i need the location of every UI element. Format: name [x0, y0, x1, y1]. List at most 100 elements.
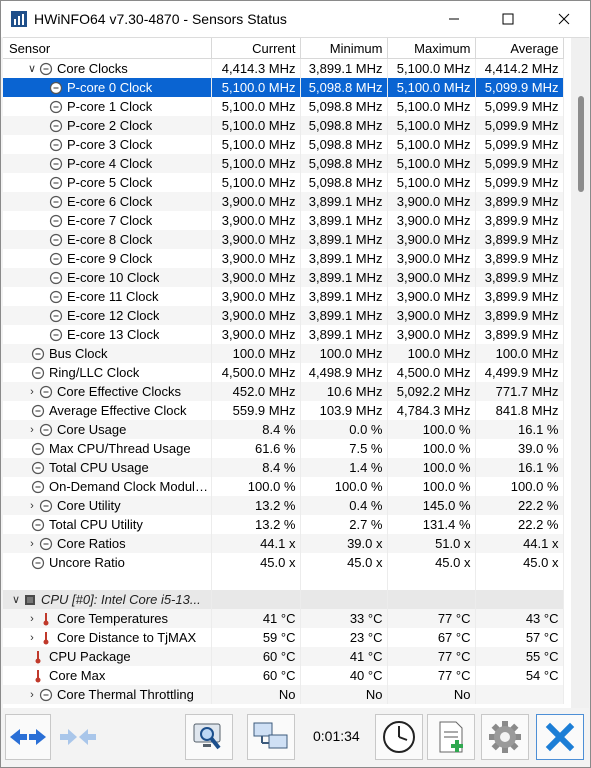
table-row[interactable]: E-core 9 Clock 3,900.0 MHz 3,899.1 MHz 3,90…: [3, 249, 564, 268]
table-row[interactable]: Average Effective Clock 559.9 MHz 103.9 MH…: [3, 401, 564, 420]
expand-chevron-icon[interactable]: ›: [25, 424, 39, 436]
clock-icon: [49, 328, 63, 342]
elapsed-timer: 0:01:34: [313, 728, 360, 744]
clock-icon: [31, 366, 45, 380]
table-row[interactable]: Total CPU Utility 13.2 % 2.7 % 131.4 % 22.2 …: [3, 515, 564, 534]
clock-icon: [49, 138, 63, 152]
table-row[interactable]: › Core Temperatures 41 °C 33 °C 77 °C 43 °C: [3, 609, 564, 628]
value-current: 5,100.0 MHz: [211, 116, 301, 135]
table-row[interactable]: › Core Effective Clocks 452.0 MHz 10.6 MHz 5…: [3, 382, 564, 401]
column-header-sensor[interactable]: Sensor: [3, 38, 212, 59]
table-row[interactable]: P-core 0 Clock 5,100.0 MHz 5,098.8 MHz 5,10…: [3, 78, 564, 97]
add-log-button[interactable]: [427, 714, 475, 760]
value-maximum: 5,100.0 MHz: [387, 154, 476, 173]
value-current: 5,100.0 MHz: [211, 154, 301, 173]
reset-clock-button[interactable]: [375, 714, 423, 760]
collapse-chevron-icon[interactable]: ∨: [9, 593, 23, 606]
table-row[interactable]: › Core Distance to TjMAX 59 °C 23 °C 67 °C 57…: [3, 628, 564, 647]
scrollbar-thumb[interactable]: [578, 96, 584, 192]
sensor-name: Average Effective Clock: [49, 403, 187, 418]
maximize-button[interactable]: [485, 1, 531, 37]
minimize-icon: [449, 18, 459, 20]
sensor-group-row[interactable]: ∨ CPU [#0]: Intel Core i5-13...: [3, 590, 564, 609]
value-current: [211, 590, 301, 609]
table-row[interactable]: On-Demand Clock Modulat... 100.0 % 100.0 %…: [3, 477, 564, 496]
value-average: 5,099.9 MHz: [475, 154, 564, 173]
column-header-minimum[interactable]: Minimum: [300, 38, 388, 59]
value-minimum: 3,899.1 MHz: [300, 58, 388, 78]
sensor-name: E-core 10 Clock: [67, 270, 160, 285]
value-current: 8.4 %: [211, 420, 301, 439]
table-row[interactable]: › Core Thermal Throttling No No No: [3, 685, 564, 704]
value-current: 5,100.0 MHz: [211, 135, 301, 154]
nav-left-button[interactable]: [5, 714, 51, 760]
monitor-search-button[interactable]: [185, 714, 233, 760]
table-row[interactable]: › Core Utility 13.2 % 0.4 % 145.0 % 22.2 %: [3, 496, 564, 515]
table-row[interactable]: E-core 8 Clock 3,900.0 MHz 3,899.1 MHz 3,90…: [3, 230, 564, 249]
expand-chevron-icon[interactable]: ›: [25, 613, 39, 625]
table-row[interactable]: P-core 3 Clock 5,100.0 MHz 5,098.8 MHz 5,10…: [3, 135, 564, 154]
expand-chevron-icon[interactable]: ›: [25, 632, 39, 644]
table-row[interactable]: Max CPU/Thread Usage 61.6 % 7.5 % 100.0 % 39…: [3, 439, 564, 458]
expand-chevron-icon[interactable]: ›: [25, 689, 39, 701]
table-row[interactable]: E-core 12 Clock 3,900.0 MHz 3,899.1 MHz 3,9…: [3, 306, 564, 325]
table-row[interactable]: P-core 1 Clock 5,100.0 MHz 5,098.8 MHz 5,10…: [3, 97, 564, 116]
sensor-name: CPU Package: [49, 649, 131, 664]
table-row[interactable]: E-core 10 Clock 3,900.0 MHz 3,899.1 MHz 3,9…: [3, 268, 564, 287]
table-row[interactable]: CPU Package 60 °C 41 °C 77 °C 55 °C: [3, 647, 564, 666]
value-current: 4,414.3 MHz: [211, 58, 301, 78]
table-row[interactable]: P-core 4 Clock 5,100.0 MHz 5,098.8 MHz 5,10…: [3, 154, 564, 173]
value-maximum: 77 °C: [387, 647, 476, 666]
sensors-window: HWiNFO64 v7.30-4870 - Sensors Status Sen…: [0, 0, 591, 768]
value-minimum: 103.9 MHz: [300, 401, 388, 420]
close-window-button[interactable]: [541, 1, 587, 37]
table-row[interactable]: E-core 7 Clock 3,900.0 MHz 3,899.1 MHz 3,90…: [3, 211, 564, 230]
sensor-list[interactable]: Sensor Current Minimum Maximum Average ∨…: [3, 37, 589, 708]
sensor-name: Core Temperatures: [57, 611, 169, 626]
column-header-average[interactable]: Average: [475, 38, 564, 59]
table-row[interactable]: Ring/LLC Clock 4,500.0 MHz 4,498.9 MHz 4,50…: [3, 363, 564, 382]
table-row[interactable]: E-core 11 Clock 3,900.0 MHz 3,899.1 MHz 3,9…: [3, 287, 564, 306]
value-minimum: No: [300, 685, 388, 704]
sensor-name: Total CPU Utility: [49, 517, 143, 532]
table-row[interactable]: E-core 6 Clock 3,900.0 MHz 3,899.1 MHz 3,90…: [3, 192, 564, 211]
close-sensors-button[interactable]: [536, 714, 584, 760]
expand-chevron-icon[interactable]: ›: [25, 538, 39, 550]
settings-button[interactable]: [481, 714, 529, 760]
value-current: 61.6 %: [211, 439, 301, 458]
value-maximum: 5,100.0 MHz: [387, 173, 476, 192]
sensor-name: P-core 0 Clock: [67, 80, 153, 95]
table-row[interactable]: Total CPU Usage 8.4 % 1.4 % 100.0 % 16.1 %: [3, 458, 564, 477]
expand-chevron-icon[interactable]: ›: [25, 500, 39, 512]
monitor-magnifier-icon: [193, 723, 221, 750]
table-row[interactable]: ∨ Core Clocks 4,414.3 MHz 3,899.1 MHz 5,100.…: [3, 58, 564, 78]
value-maximum: 3,900.0 MHz: [387, 306, 476, 325]
table-row[interactable]: P-core 5 Clock 5,100.0 MHz 5,098.8 MHz 5,10…: [3, 173, 564, 192]
value-current: 44.1 x: [211, 534, 301, 553]
table-row[interactable]: Bus Clock 100.0 MHz 100.0 MHz 100.0 MHz 100.…: [3, 344, 564, 363]
collapse-chevron-icon[interactable]: ∨: [25, 62, 39, 75]
column-header-maximum[interactable]: Maximum: [387, 38, 476, 59]
minimize-button[interactable]: [431, 1, 477, 37]
value-minimum: 5,098.8 MHz: [300, 116, 388, 135]
clock-icon: [49, 176, 63, 190]
value-minimum: 3,899.1 MHz: [300, 211, 388, 230]
nav-collapse-button[interactable]: [55, 714, 101, 760]
table-row[interactable]: › Core Usage 8.4 % 0.0 % 100.0 % 16.1 %: [3, 420, 564, 439]
column-header-current[interactable]: Current: [211, 38, 301, 59]
vertical-scrollbar[interactable]: [571, 38, 589, 708]
value-minimum: [300, 590, 388, 609]
clock-icon: [31, 404, 45, 418]
value-minimum: 100.0 MHz: [300, 344, 388, 363]
network-button[interactable]: [247, 714, 295, 760]
expand-chevron-icon[interactable]: ›: [25, 386, 39, 398]
clock-icon: [31, 442, 45, 456]
value-minimum: 33 °C: [300, 609, 388, 628]
table-row[interactable]: › Core Ratios 44.1 x 39.0 x 51.0 x 44.1 x: [3, 534, 564, 553]
table-row[interactable]: Core Max 60 °C 40 °C 77 °C 54 °C: [3, 666, 564, 685]
table-row[interactable]: Uncore Ratio 45.0 x 45.0 x 45.0 x 45.0 x: [3, 553, 564, 572]
title-bar[interactable]: HWiNFO64 v7.30-4870 - Sensors Status: [1, 1, 590, 37]
table-row[interactable]: E-core 13 Clock 3,900.0 MHz 3,899.1 MHz 3,9…: [3, 325, 564, 344]
value-average: 5,099.9 MHz: [475, 97, 564, 116]
table-row[interactable]: P-core 2 Clock 5,100.0 MHz 5,098.8 MHz 5,10…: [3, 116, 564, 135]
